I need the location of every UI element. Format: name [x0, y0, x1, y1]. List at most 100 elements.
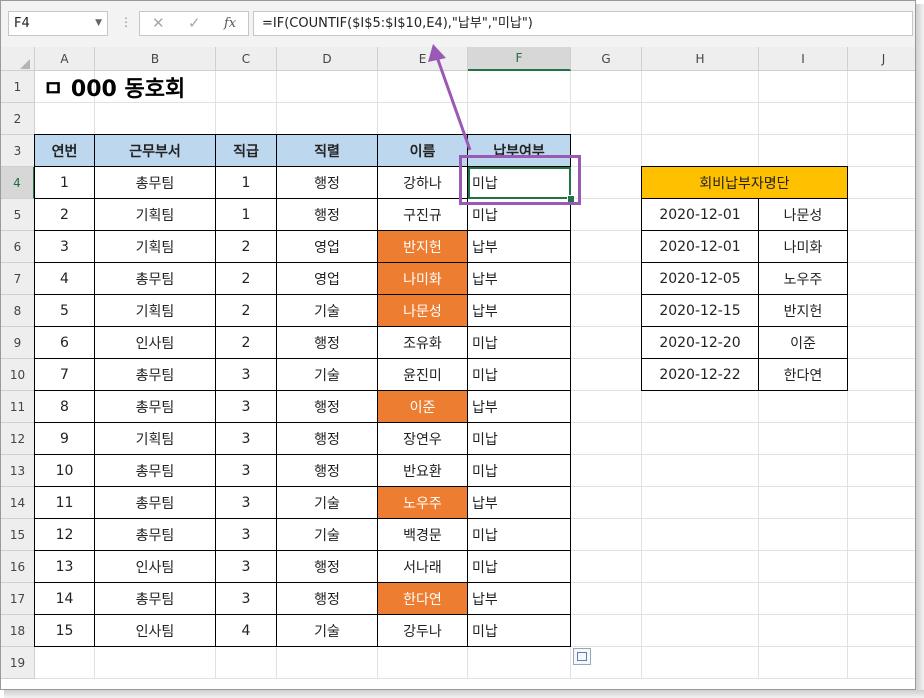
cell[interactable] — [848, 583, 915, 615]
table-header[interactable]: 직렬 — [276, 134, 378, 167]
row-header-1[interactable]: 1 — [1, 71, 35, 103]
cell[interactable] — [571, 295, 642, 327]
table-cell[interactable]: 3 — [215, 486, 277, 519]
side-table-date[interactable]: 2020-12-20 — [641, 326, 759, 359]
table-cell[interactable]: 기술 — [276, 518, 378, 551]
cell[interactable] — [571, 359, 642, 391]
table-cell[interactable]: 12 — [34, 518, 95, 551]
table-cell[interactable]: 장연우 — [377, 422, 468, 455]
cell[interactable] — [759, 583, 848, 615]
cell[interactable] — [848, 455, 915, 487]
cell[interactable] — [642, 615, 759, 647]
table-cell[interactable]: 나문성 — [377, 294, 468, 327]
column-header-h[interactable]: H — [642, 47, 759, 71]
row-header-11[interactable]: 11 — [1, 391, 35, 423]
table-cell[interactable]: 1 — [34, 166, 95, 199]
side-table-name[interactable]: 나문성 — [758, 198, 848, 231]
cell[interactable] — [848, 295, 915, 327]
row-header-17[interactable]: 17 — [1, 583, 35, 615]
payment-status-cell[interactable]: 납부 — [467, 486, 571, 519]
cell[interactable] — [642, 135, 759, 167]
side-table-date[interactable]: 2020-12-05 — [641, 262, 759, 295]
row-header-6[interactable]: 6 — [1, 231, 35, 263]
cell[interactable] — [468, 103, 571, 135]
cell[interactable] — [571, 199, 642, 231]
side-table-date[interactable]: 2020-12-01 — [641, 230, 759, 263]
cell[interactable] — [468, 71, 571, 103]
cell[interactable] — [277, 103, 378, 135]
side-table-title[interactable]: 회비납부자명단 — [641, 166, 848, 199]
cell[interactable] — [571, 615, 642, 647]
table-cell[interactable]: 10 — [34, 454, 95, 487]
select-all-corner[interactable] — [1, 47, 35, 71]
cell[interactable] — [216, 647, 277, 679]
row-header-16[interactable]: 16 — [1, 551, 35, 583]
column-header-b[interactable]: B — [95, 47, 216, 71]
cell[interactable] — [759, 391, 848, 423]
cell[interactable] — [759, 71, 848, 103]
column-header-a[interactable]: A — [35, 47, 95, 71]
cell[interactable] — [759, 647, 848, 679]
payment-status-cell[interactable]: 미납 — [467, 518, 571, 551]
column-header-e[interactable]: E — [378, 47, 468, 71]
payment-status-cell[interactable]: 미납 — [467, 550, 571, 583]
check-icon[interactable]: ✓ — [188, 14, 201, 32]
table-cell[interactable]: 강두나 — [377, 614, 468, 647]
cell[interactable] — [571, 167, 642, 199]
column-header-d[interactable]: D — [277, 47, 378, 71]
table-cell[interactable]: 총무팀 — [94, 358, 216, 391]
table-cell[interactable]: 총무팀 — [94, 454, 216, 487]
side-table-date[interactable]: 2020-12-01 — [641, 198, 759, 231]
table-cell[interactable]: 구진규 — [377, 198, 468, 231]
cell[interactable] — [848, 391, 915, 423]
table-cell[interactable]: 1 — [215, 198, 277, 231]
table-cell[interactable]: 인사팀 — [94, 326, 216, 359]
table-cell[interactable]: 7 — [34, 358, 95, 391]
cell[interactable] — [378, 647, 468, 679]
payment-status-cell[interactable]: 미납 — [467, 422, 571, 455]
payment-status-cell[interactable]: 미납 — [467, 326, 571, 359]
table-cell[interactable]: 3 — [215, 518, 277, 551]
row-header-19[interactable]: 19 — [1, 647, 35, 679]
table-cell[interactable]: 총무팀 — [94, 518, 216, 551]
cell[interactable] — [848, 519, 915, 551]
payment-status-cell[interactable]: 미납 — [467, 454, 571, 487]
side-table-name[interactable]: 한다연 — [758, 358, 848, 391]
cell[interactable] — [759, 455, 848, 487]
table-header[interactable]: 이름 — [377, 134, 468, 167]
cell[interactable] — [571, 135, 642, 167]
side-table-name[interactable]: 반지헌 — [758, 294, 848, 327]
cell[interactable] — [35, 103, 95, 135]
payment-status-cell[interactable]: 납부 — [467, 262, 571, 295]
side-table-name[interactable]: 노우주 — [758, 262, 848, 295]
row-header-13[interactable]: 13 — [1, 455, 35, 487]
cancel-icon[interactable]: ✕ — [152, 14, 165, 32]
table-cell[interactable]: 행정 — [276, 454, 378, 487]
table-cell[interactable]: 2 — [215, 294, 277, 327]
cell[interactable] — [759, 423, 848, 455]
cell[interactable] — [848, 423, 915, 455]
cell[interactable] — [571, 231, 642, 263]
table-cell[interactable]: 기술 — [276, 294, 378, 327]
table-header[interactable]: 직급 — [215, 134, 277, 167]
sheet-title[interactable]: ㅁ 000 동호회 — [35, 71, 378, 103]
table-cell[interactable]: 3 — [215, 550, 277, 583]
payment-status-cell[interactable]: 납부 — [467, 230, 571, 263]
table-cell[interactable]: 행정 — [276, 166, 378, 199]
table-cell[interactable]: 9 — [34, 422, 95, 455]
table-cell[interactable]: 2 — [215, 230, 277, 263]
cell[interactable] — [571, 263, 642, 295]
row-header-12[interactable]: 12 — [1, 423, 35, 455]
quick-analysis-button[interactable] — [573, 648, 591, 665]
cell[interactable] — [848, 199, 915, 231]
cell[interactable] — [848, 359, 915, 391]
cell[interactable] — [95, 647, 216, 679]
column-header-j[interactable]: J — [848, 47, 915, 71]
table-cell[interactable]: 6 — [34, 326, 95, 359]
cell[interactable] — [642, 647, 759, 679]
table-cell[interactable]: 행정 — [276, 390, 378, 423]
cell[interactable] — [848, 71, 915, 103]
name-box[interactable]: F4 ▼ — [8, 11, 108, 36]
payment-status-cell[interactable]: 미납 — [467, 358, 571, 391]
row-header-10[interactable]: 10 — [1, 359, 35, 391]
